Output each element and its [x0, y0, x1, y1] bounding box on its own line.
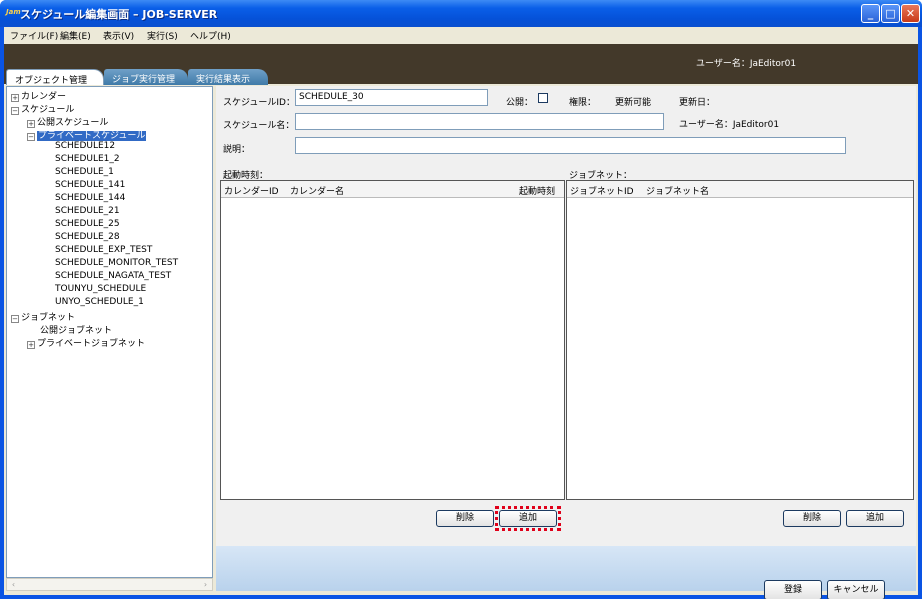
schedule-id-input[interactable]: SCHEDULE_30	[295, 89, 488, 106]
start-time-delete-button[interactable]: 削除	[436, 510, 494, 527]
tree-label: カレンダー	[21, 92, 67, 102]
tree-node-schedule-item[interactable]: SCHEDULE_144	[55, 193, 125, 203]
tree-node-schedule-item[interactable]: SCHEDULE_141	[55, 180, 125, 190]
authority-value: 更新可能	[615, 98, 652, 108]
schedule-id-label: スケジュールID：	[223, 98, 295, 108]
expand-icon[interactable]: +	[11, 94, 19, 102]
menu-file[interactable]: ファイル(F)	[10, 29, 58, 42]
description-label: 説明：	[223, 145, 251, 155]
minimize-icon: _	[867, 7, 874, 20]
jobnet-delete-button[interactable]: 削除	[783, 510, 841, 527]
tree-node-schedule-item[interactable]: SCHEDULE_MONITOR_TEST	[55, 258, 178, 268]
tab-job-execution[interactable]: ジョブ実行管理	[104, 69, 188, 85]
jobnet-grid-header: ジョブネットID ジョブネット名	[567, 181, 913, 198]
window-title: スケジュール編集画面 – JOB-SERVER	[20, 8, 218, 21]
tree-node-jobnet[interactable]: − ジョブネット	[11, 310, 75, 323]
jobnet-add-button[interactable]: 追加	[846, 510, 904, 527]
tree-node-schedule-item[interactable]: SCHEDULE_EXP_TEST	[55, 245, 152, 255]
menu-bar: ファイル(F) 編集(E) 表示(V) 実行(S) ヘルプ(H)	[4, 27, 918, 43]
schedule-name-input[interactable]	[295, 113, 664, 130]
tab-execution-results[interactable]: 実行結果表示	[188, 69, 268, 85]
collapse-icon[interactable]: −	[27, 133, 35, 141]
tree-node-public-jobnet[interactable]: 公開ジョブネット	[40, 323, 112, 336]
title-bar[interactable]: Jam スケジュール編集画面 – JOB-SERVER _ □ ✕	[0, 0, 922, 27]
tree-label: ジョブネット	[21, 313, 76, 323]
authority-label: 権限：	[569, 98, 597, 108]
tree-node-schedule[interactable]: − スケジュール	[11, 102, 74, 115]
start-time-grid-header: カレンダーID カレンダー名 起動時刻	[221, 181, 564, 198]
tree-label: スケジュール	[21, 105, 75, 115]
column-jobnet-name[interactable]: ジョブネット名	[646, 184, 709, 197]
menu-run[interactable]: 実行(S)	[147, 29, 178, 42]
scroll-left-icon[interactable]: ‹	[7, 579, 20, 590]
public-checkbox[interactable]	[538, 93, 548, 103]
tree-node-schedule-item[interactable]: SCHEDULE12	[55, 141, 115, 151]
close-icon: ✕	[905, 7, 916, 20]
tree-node-schedule-item[interactable]: SCHEDULE_25	[55, 219, 120, 229]
header-username: ユーザー名：JaEditor01	[696, 59, 797, 69]
maximize-icon: □	[885, 7, 896, 20]
cancel-button[interactable]: キャンセル	[827, 580, 885, 599]
tree-node-schedule-item[interactable]: SCHEDULE_21	[55, 206, 120, 216]
collapse-icon[interactable]: −	[11, 315, 19, 323]
footer-bar: 登録 キャンセル	[216, 546, 916, 599]
tree-node-schedule-item[interactable]: UNYO_SCHEDULE_1	[55, 297, 144, 307]
collapse-icon[interactable]: −	[11, 107, 19, 115]
maximize-button[interactable]: □	[881, 4, 900, 23]
column-calendar-id[interactable]: カレンダーID	[224, 184, 279, 197]
menu-view[interactable]: 表示(V)	[103, 29, 134, 42]
object-tree: + カレンダー − スケジュール + 公開スケジュール − プライベートスケジュール S…	[6, 86, 213, 578]
tree-node-schedule-item[interactable]: SCHEDULE_1	[55, 167, 114, 177]
tree-node-schedule-item[interactable]: SCHEDULE_NAGATA_TEST	[55, 271, 171, 281]
public-label: 公開：	[506, 98, 534, 108]
expand-icon[interactable]: +	[27, 341, 35, 349]
tree-node-public-schedule[interactable]: + 公開スケジュール	[27, 115, 108, 128]
form-username: ユーザー名：JaEditor01	[679, 120, 780, 130]
tree-label: プライベートジョブネット	[37, 339, 146, 349]
schedule-name-label: スケジュール名：	[223, 121, 295, 131]
tree-node-private-schedule[interactable]: − プライベートスケジュール	[27, 128, 147, 141]
highlight-marker	[495, 506, 561, 531]
menu-help[interactable]: ヘルプ(H)	[190, 29, 231, 42]
tree-label: 公開スケジュール	[37, 118, 109, 128]
expand-icon[interactable]: +	[27, 120, 35, 128]
tree-node-calendar[interactable]: + カレンダー	[11, 89, 66, 102]
menu-edit[interactable]: 編集(E)	[60, 29, 91, 42]
scroll-right-icon[interactable]: ›	[199, 579, 212, 590]
updated-date-label: 更新日：	[679, 98, 716, 108]
application-window: Jam スケジュール編集画面 – JOB-SERVER _ □ ✕ ファイル(F…	[0, 0, 922, 599]
column-calendar-name[interactable]: カレンダー名	[290, 184, 344, 197]
register-button[interactable]: 登録	[764, 580, 822, 599]
tree-horizontal-scrollbar[interactable]: ‹ ›	[6, 578, 213, 591]
tree-node-schedule-item[interactable]: SCHEDULE1_2	[55, 154, 120, 164]
tree-node-private-jobnet[interactable]: + プライベートジョブネット	[27, 336, 145, 349]
tab-object-management[interactable]: オブジェクト管理	[6, 69, 104, 86]
tree-node-schedule-item[interactable]: TOUNYU_SCHEDULE	[55, 284, 146, 294]
column-start-time[interactable]: 起動時刻	[519, 184, 555, 197]
minimize-button[interactable]: _	[861, 4, 880, 23]
jobnet-grid[interactable]: ジョブネットID ジョブネット名	[566, 180, 914, 500]
column-jobnet-id[interactable]: ジョブネットID	[570, 184, 634, 197]
app-icon: Jam	[6, 8, 21, 16]
tree-label-selected: プライベートスケジュール	[37, 131, 147, 141]
description-input[interactable]	[295, 137, 846, 154]
client-area: ファイル(F) 編集(E) 表示(V) 実行(S) ヘルプ(H) ユーザー名：J…	[4, 27, 918, 599]
tree-node-schedule-item[interactable]: SCHEDULE_28	[55, 232, 120, 242]
schedule-edit-panel: スケジュールID： SCHEDULE_30 公開： 権限： 更新可能 更新日： …	[216, 86, 916, 599]
start-time-grid[interactable]: カレンダーID カレンダー名 起動時刻	[220, 180, 565, 500]
close-button[interactable]: ✕	[901, 4, 920, 23]
